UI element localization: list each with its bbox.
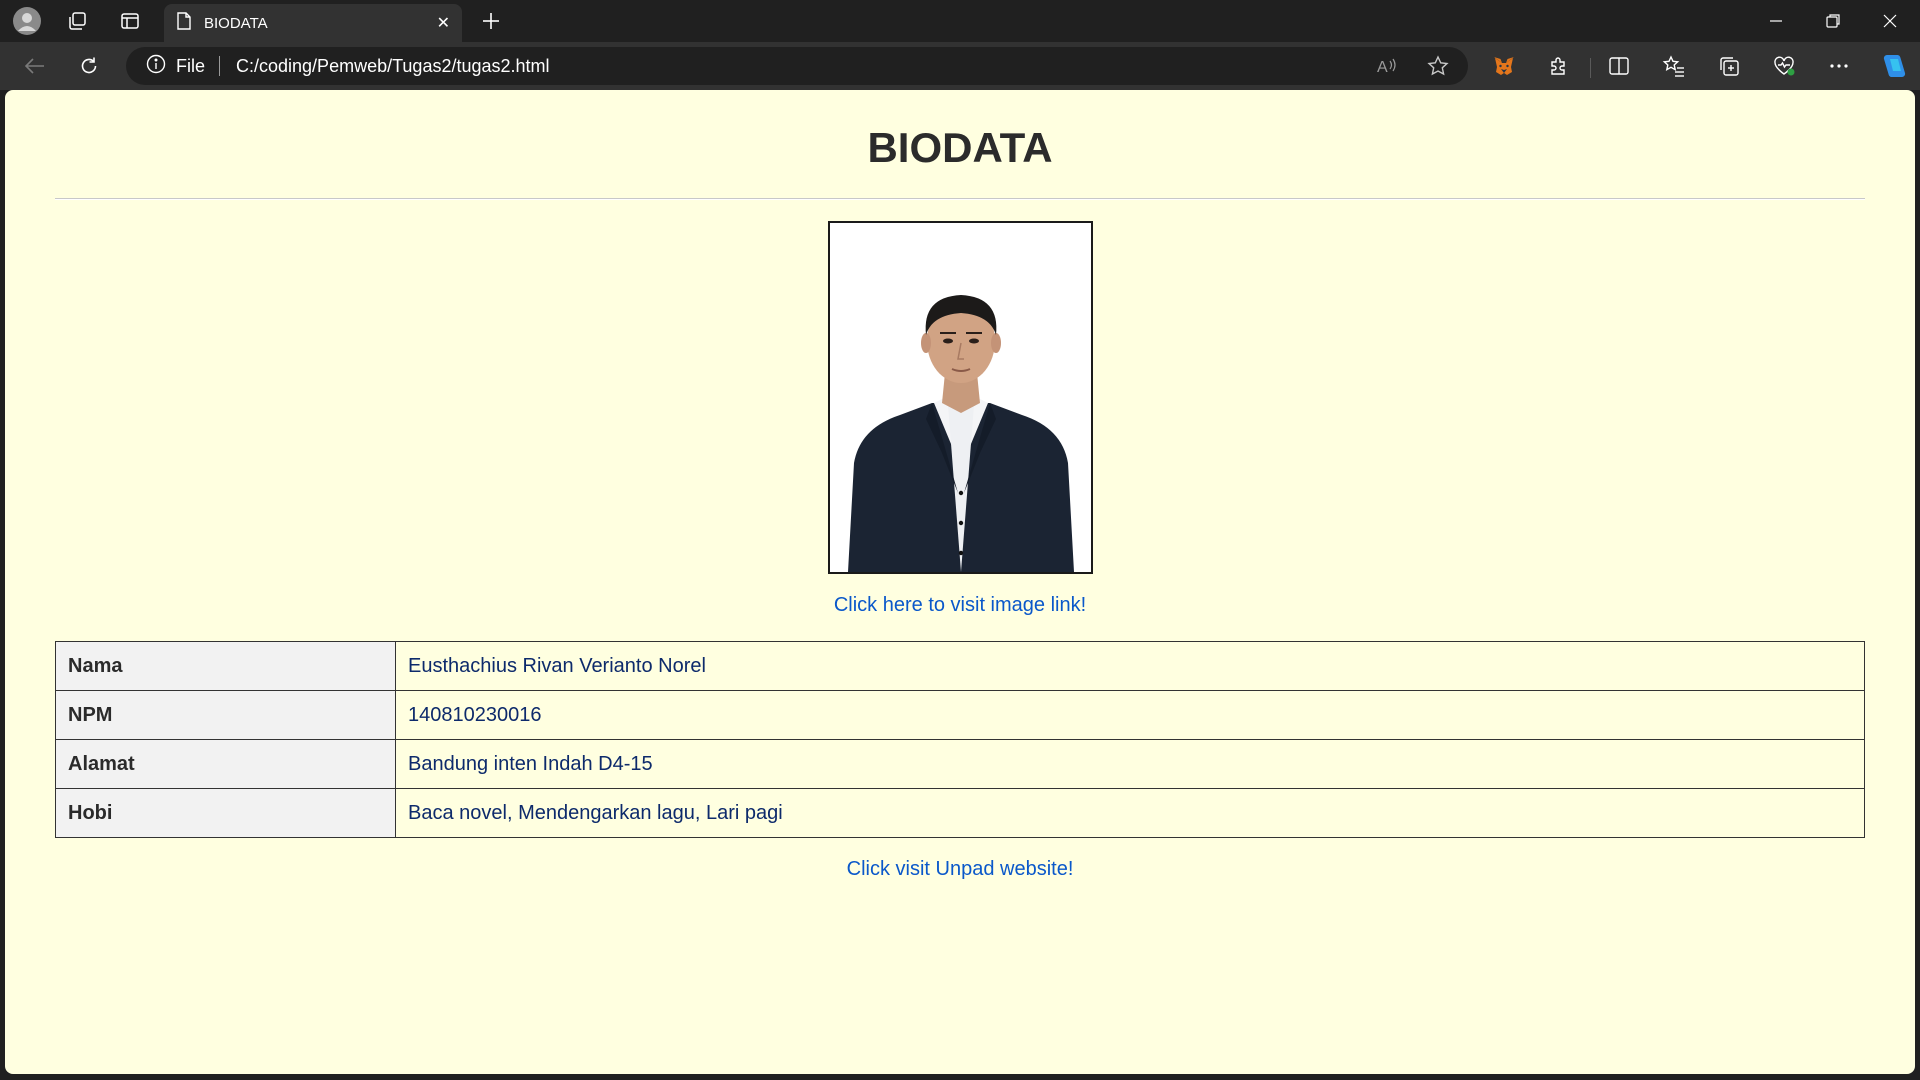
split-screen-icon[interactable] bbox=[1602, 51, 1636, 81]
horizontal-rule bbox=[55, 198, 1865, 200]
table-row: Hobi Baca novel, Mendengarkan lagu, Lari… bbox=[55, 788, 1865, 838]
biodata-table: Nama Eusthachius Rivan Verianto Norel NP… bbox=[55, 641, 1865, 838]
refresh-icon[interactable] bbox=[72, 51, 106, 81]
row-label: Alamat bbox=[55, 739, 396, 789]
table-row: Alamat Bandung inten Indah D4-15 bbox=[55, 739, 1865, 789]
row-label: Nama bbox=[55, 641, 396, 691]
back-arrow-icon[interactable] bbox=[18, 51, 52, 81]
browser-titlebar: BIODATA ✕ bbox=[0, 0, 1920, 42]
extensions-puzzle-icon[interactable] bbox=[1542, 51, 1576, 81]
read-aloud-icon[interactable]: A bbox=[1372, 51, 1402, 81]
table-row: NPM 140810230016 bbox=[55, 690, 1865, 740]
close-window-icon[interactable] bbox=[1862, 0, 1918, 42]
row-value: Baca novel, Mendengarkan lagu, Lari pagi bbox=[395, 788, 1865, 838]
address-url[interactable]: C:/coding/Pemweb/Tugas2/tugas2.html bbox=[236, 56, 550, 77]
page-viewport: BIODATA Click here to visit image link! … bbox=[5, 90, 1915, 1074]
minimize-icon[interactable] bbox=[1748, 0, 1804, 42]
tab-close-icon[interactable]: ✕ bbox=[437, 13, 450, 33]
vertical-tabs-icon[interactable] bbox=[115, 6, 145, 36]
image-link[interactable]: Click here to visit image link! bbox=[5, 594, 1915, 617]
more-options-icon[interactable] bbox=[1822, 51, 1856, 81]
collections-icon[interactable] bbox=[1712, 51, 1746, 81]
page-document-icon bbox=[176, 11, 192, 35]
page-title: BIODATA bbox=[867, 124, 1053, 171]
workspaces-icon[interactable] bbox=[62, 6, 92, 36]
new-tab-icon[interactable] bbox=[476, 6, 506, 36]
table-row: Nama Eusthachius Rivan Verianto Norel bbox=[55, 641, 1865, 691]
unpad-website-link[interactable]: Click visit Unpad website! bbox=[5, 858, 1915, 881]
row-value: Bandung inten Indah D4-15 bbox=[395, 739, 1865, 789]
row-value: Eusthachius Rivan Verianto Norel bbox=[395, 641, 1865, 691]
restore-icon[interactable] bbox=[1805, 0, 1861, 42]
favorites-list-icon[interactable] bbox=[1657, 51, 1691, 81]
address-divider bbox=[219, 56, 221, 76]
row-label: NPM bbox=[55, 690, 396, 740]
row-label: Hobi bbox=[55, 788, 396, 838]
row-value: 140810230016 bbox=[395, 690, 1865, 740]
site-info-icon[interactable] bbox=[146, 54, 166, 79]
tab-title: BIODATA bbox=[204, 14, 268, 32]
address-scheme-label: File bbox=[176, 55, 206, 76]
metamask-fox-icon[interactable] bbox=[1487, 51, 1521, 81]
profile-photo bbox=[828, 221, 1093, 574]
profile-avatar-icon[interactable] bbox=[12, 6, 42, 36]
tab-biodata[interactable]: BIODATA ✕ bbox=[164, 4, 462, 42]
browser-essentials-icon[interactable] bbox=[1767, 51, 1801, 81]
favorite-star-icon[interactable] bbox=[1423, 51, 1453, 81]
address-bar[interactable]: File C:/coding/Pemweb/Tugas2/tugas2.html… bbox=[126, 47, 1468, 85]
browser-toolbar: File C:/coding/Pemweb/Tugas2/tugas2.html… bbox=[0, 42, 1920, 90]
copilot-icon[interactable] bbox=[1876, 51, 1910, 81]
svg-text:A: A bbox=[1377, 59, 1388, 76]
toolbar-divider bbox=[1590, 58, 1591, 78]
